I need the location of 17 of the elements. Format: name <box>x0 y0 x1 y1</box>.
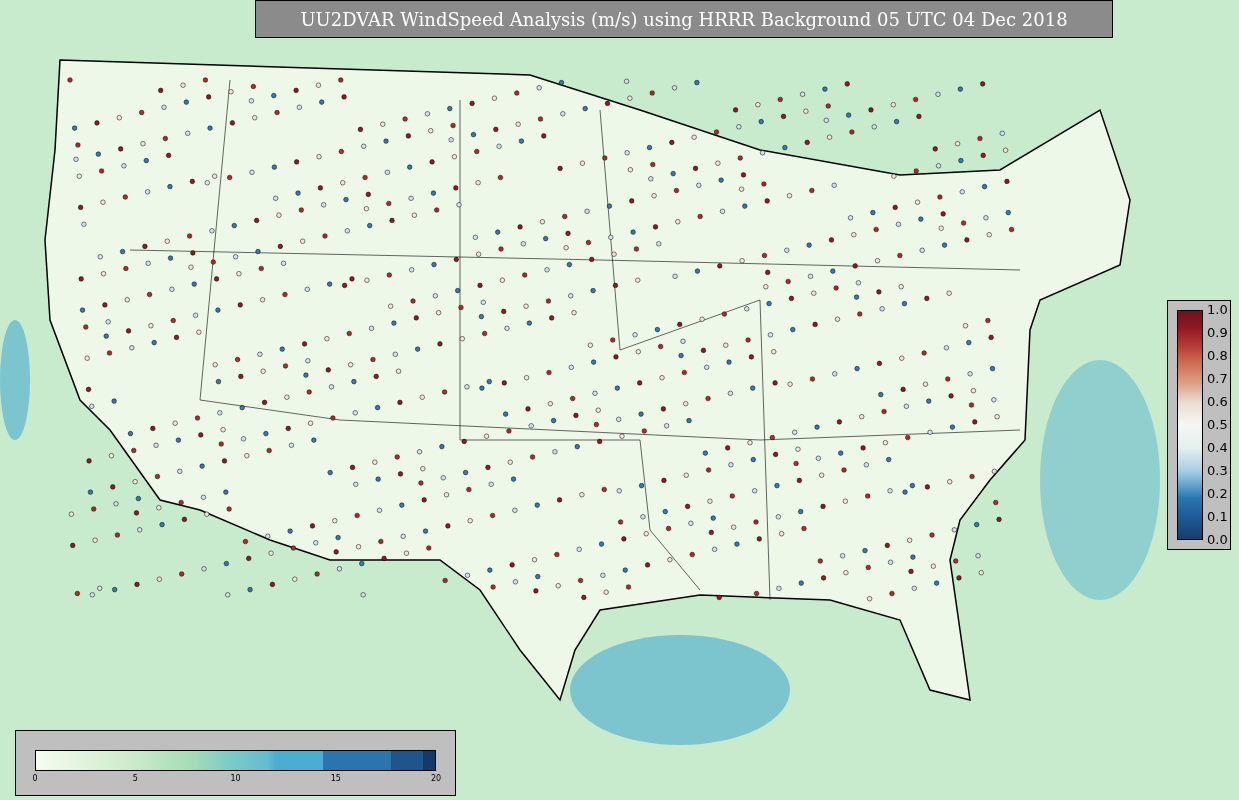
colorbar-tick-label: 0.5 <box>1207 418 1228 432</box>
colorbar-tick-label: 0.4 <box>1207 441 1228 455</box>
colorbar-tick-label: 0.9 <box>1207 326 1228 340</box>
colorbar-tick-label: 15 <box>330 774 341 783</box>
colorbar-tick-label: 20 <box>430 774 442 783</box>
colorbar-tick-label: 10 <box>230 774 241 783</box>
colorbar-tick-label: 0.6 <box>1207 395 1228 409</box>
colorbar-tick-label: 5 <box>132 774 138 783</box>
colorbar-tick-label: 0.8 <box>1207 349 1228 363</box>
colorbar-tick-label: 0.0 <box>1207 533 1228 547</box>
colorbar-tick-label: 0.2 <box>1207 487 1228 501</box>
colorbar-tick-label: 0.3 <box>1207 464 1228 478</box>
map-title: UU2DVAR WindSpeed Analysis (m/s) using HRRR Background 05 UTC 04 Dec 2018 <box>255 0 1113 38</box>
colorbar-tick-label: 0 <box>32 774 38 783</box>
colorbar-tick-label: 0.1 <box>1207 510 1228 524</box>
colorbar-tick-label: 1.0 <box>1207 303 1228 317</box>
colorbar-tick-label: 0.7 <box>1207 372 1228 386</box>
